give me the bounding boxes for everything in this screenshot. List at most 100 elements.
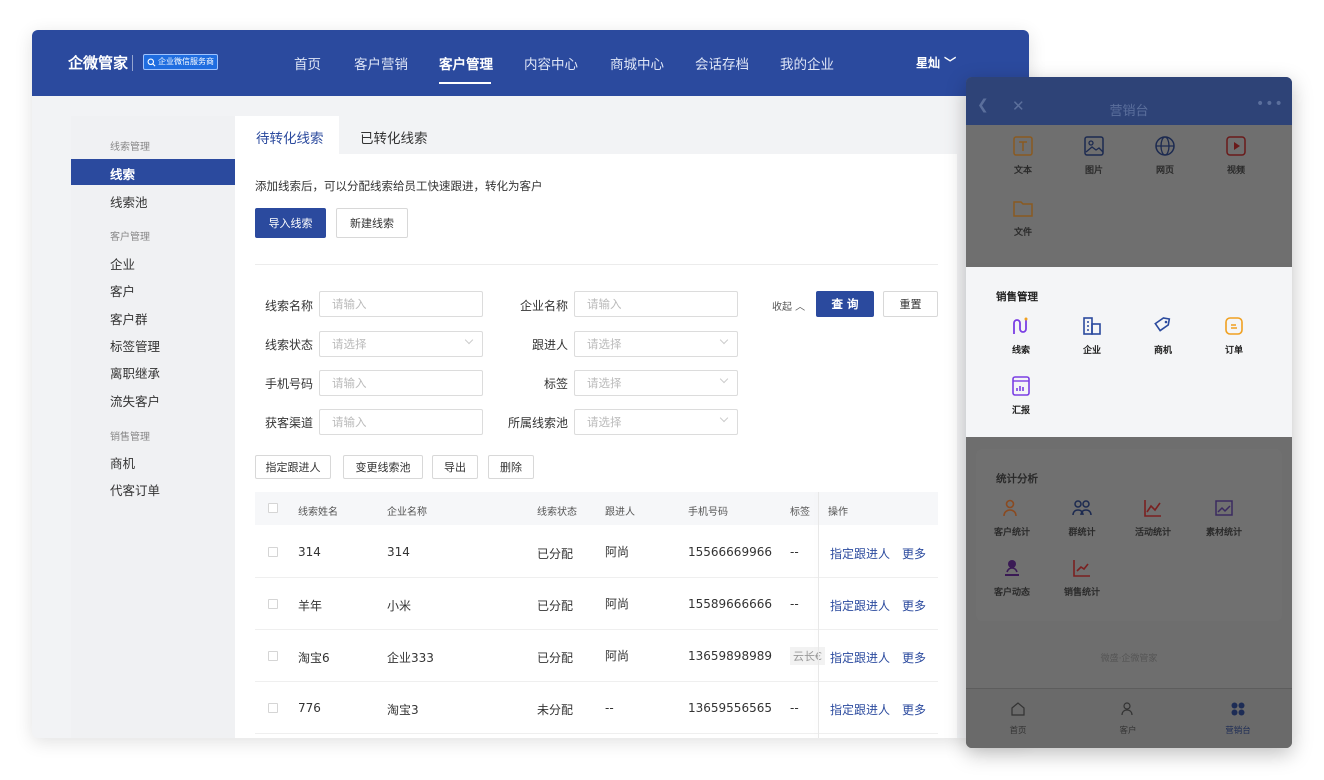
table-header: 线索姓名 企业名称 线索状态 跟进人 手机号码 标签 操作 [255,492,938,525]
stats-item-group[interactable]: 群统计 [1057,497,1107,538]
nav-home[interactable]: 首页 [294,53,321,73]
sidebar-item-customer-group[interactable]: 客户群 [110,309,148,328]
sales-item-report[interactable]: 汇报 [996,375,1046,416]
cell-status: 已分配 [537,599,574,613]
tab-customer[interactable]: 客户 [1103,701,1153,736]
sales-item-enterprise[interactable]: 企业 [1067,315,1117,356]
stats-item-activity[interactable]: 活动统计 [1128,497,1178,538]
lead-status-label: 线索状态 [264,338,313,352]
content-item-video[interactable]: 视频 [1211,135,1261,176]
more-link[interactable]: 更多 [902,545,926,562]
table-row: 314 314 已分配 阿尚 15566669966 -- 指定跟进人 更多 [255,526,938,578]
follower-select[interactable]: 请选择 [574,331,738,357]
company-name-input[interactable]: 请输入 [574,291,738,317]
pool-select[interactable]: 请选择 [574,409,738,435]
mobile-marketing-panel: ❮ ✕ 营销台 ••• 文本 图片 网页 视频 文件 销售管理 线索 企业 商机… [966,77,1292,748]
row-checkbox[interactable] [268,599,278,609]
assign-follower-link[interactable]: 指定跟进人 [830,545,890,562]
nav-my-company[interactable]: 我的企业 [780,53,834,73]
search-icon [147,58,156,66]
nav-chat-archive[interactable]: 会话存档 [695,53,749,73]
more-link[interactable]: 更多 [902,597,926,614]
cell-lead-name: 314 [298,545,321,559]
row-checkbox[interactable] [268,703,278,713]
material-chart-icon [1215,500,1233,516]
content-item-file[interactable]: 文件 [998,197,1048,238]
sales-section-title: 销售管理 [996,291,1038,303]
cell-tag: -- [790,701,799,715]
sidebar-item-enterprise[interactable]: 企业 [110,254,135,273]
more-link[interactable]: 更多 [902,701,926,718]
content-item-text[interactable]: 文本 [998,135,1048,176]
tab-pending-leads[interactable]: 待转化线索 [235,116,339,154]
lead-status-select[interactable]: 请选择 [319,331,483,357]
phone-input[interactable]: 请输入 [319,370,483,396]
sidebar-item-lead-pool[interactable]: 线索池 [110,192,148,211]
stats-item-customer-activity[interactable]: 客户动态 [987,557,1037,598]
sales-item-leads[interactable]: 线索 [996,315,1046,356]
cell-phone: 13659898989 [688,649,772,663]
brand-divider [132,55,133,71]
row-checkbox[interactable] [268,547,278,557]
cell-follower: 阿尚 [605,545,630,559]
col-phone: 手机号码 [688,507,728,518]
nav-customer-marketing[interactable]: 客户营销 [354,53,408,73]
sales-chart-icon [1073,560,1090,577]
sidebar-item-customer[interactable]: 客户 [110,281,135,300]
person-icon [1121,702,1133,716]
sidebar-item-opportunity[interactable]: 商机 [110,453,135,472]
tab-marketing-desk[interactable]: 营销台 [1213,701,1263,736]
sidebar-item-tag-management[interactable]: 标签管理 [110,336,160,355]
statistics-section: 统计分析 客户统计 群统计 活动统计 素材统计 客户动态 销售统计 [976,449,1282,621]
col-lead-status: 线索状态 [537,507,577,518]
tab-home[interactable]: 首页 [993,701,1043,736]
import-leads-button[interactable]: 导入线索 [255,208,326,238]
sidebar-item-resignation-inherit[interactable]: 离职继承 [110,363,160,382]
bulk-assign-button[interactable]: 指定跟进人 [255,455,331,479]
stats-item-customer[interactable]: 客户统计 [987,497,1037,538]
stats-item-label: 群统计 [1068,528,1096,538]
web-app-window: 企微管家 企业微信服务商 首页 客户营销 客户管理 内容中心 商城中心 会话存档… [32,30,1029,738]
tag-select[interactable]: 请选择 [574,370,738,396]
assign-follower-link[interactable]: 指定跟进人 [830,649,890,666]
reset-button[interactable]: 重置 [883,291,938,317]
building-icon [1083,317,1101,335]
sales-item-opportunity[interactable]: 商机 [1138,315,1188,356]
more-link[interactable]: 更多 [902,649,926,666]
content-item-image[interactable]: 图片 [1069,135,1119,176]
mobile-footer-text: 微盛·企微管家 [1100,654,1158,664]
sidebar-item-label: 线索 [110,167,136,182]
sidebar-item-lost-customers[interactable]: 流失客户 [110,391,160,410]
bulk-export-button[interactable]: 导出 [432,455,478,479]
channel-input[interactable]: 请输入 [319,409,483,435]
assign-follower-link[interactable]: 指定跟进人 [830,701,890,718]
bulk-change-pool-button[interactable]: 变更线索池 [343,455,423,479]
user-menu[interactable]: 星灿 ﹀ [916,54,956,71]
sales-item-label: 订单 [1224,346,1243,356]
nav-content-center[interactable]: 内容中心 [524,53,578,73]
search-button[interactable]: 查 询 [816,291,874,317]
tab-converted-leads[interactable]: 已转化线索 [360,127,428,147]
stats-item-label: 销售统计 [1063,588,1100,598]
home-icon [1011,702,1025,716]
nav-mall-center[interactable]: 商城中心 [610,53,664,73]
row-checkbox[interactable] [268,651,278,661]
sidebar-item-leads[interactable]: 线索 [71,159,235,185]
content-item-webpage[interactable]: 网页 [1140,135,1190,176]
collapse-filters-toggle[interactable]: 收起 ︿ [772,298,805,313]
new-lead-button[interactable]: 新建线索 [336,208,408,238]
select-all-checkbox[interactable] [268,503,278,513]
nav-customer-management[interactable]: 客户管理 [439,53,493,73]
stats-item-material[interactable]: 素材统计 [1199,497,1249,538]
bulk-delete-button[interactable]: 删除 [488,455,534,479]
sales-item-order[interactable]: 订单 [1209,315,1259,356]
lead-name-input[interactable]: 请输入 [319,291,483,317]
sidebar-item-proxy-orders[interactable]: 代客订单 [110,480,160,499]
cell-phone: 15589666666 [688,597,772,611]
lead-tabs: 待转化线索 已转化线索 [235,116,957,154]
assign-follower-link[interactable]: 指定跟进人 [830,597,890,614]
more-dots-icon[interactable]: ••• [1256,96,1284,112]
tag-icon [1154,317,1171,332]
stats-item-sales[interactable]: 销售统计 [1057,557,1107,598]
select-placeholder: 请选择 [332,337,367,351]
